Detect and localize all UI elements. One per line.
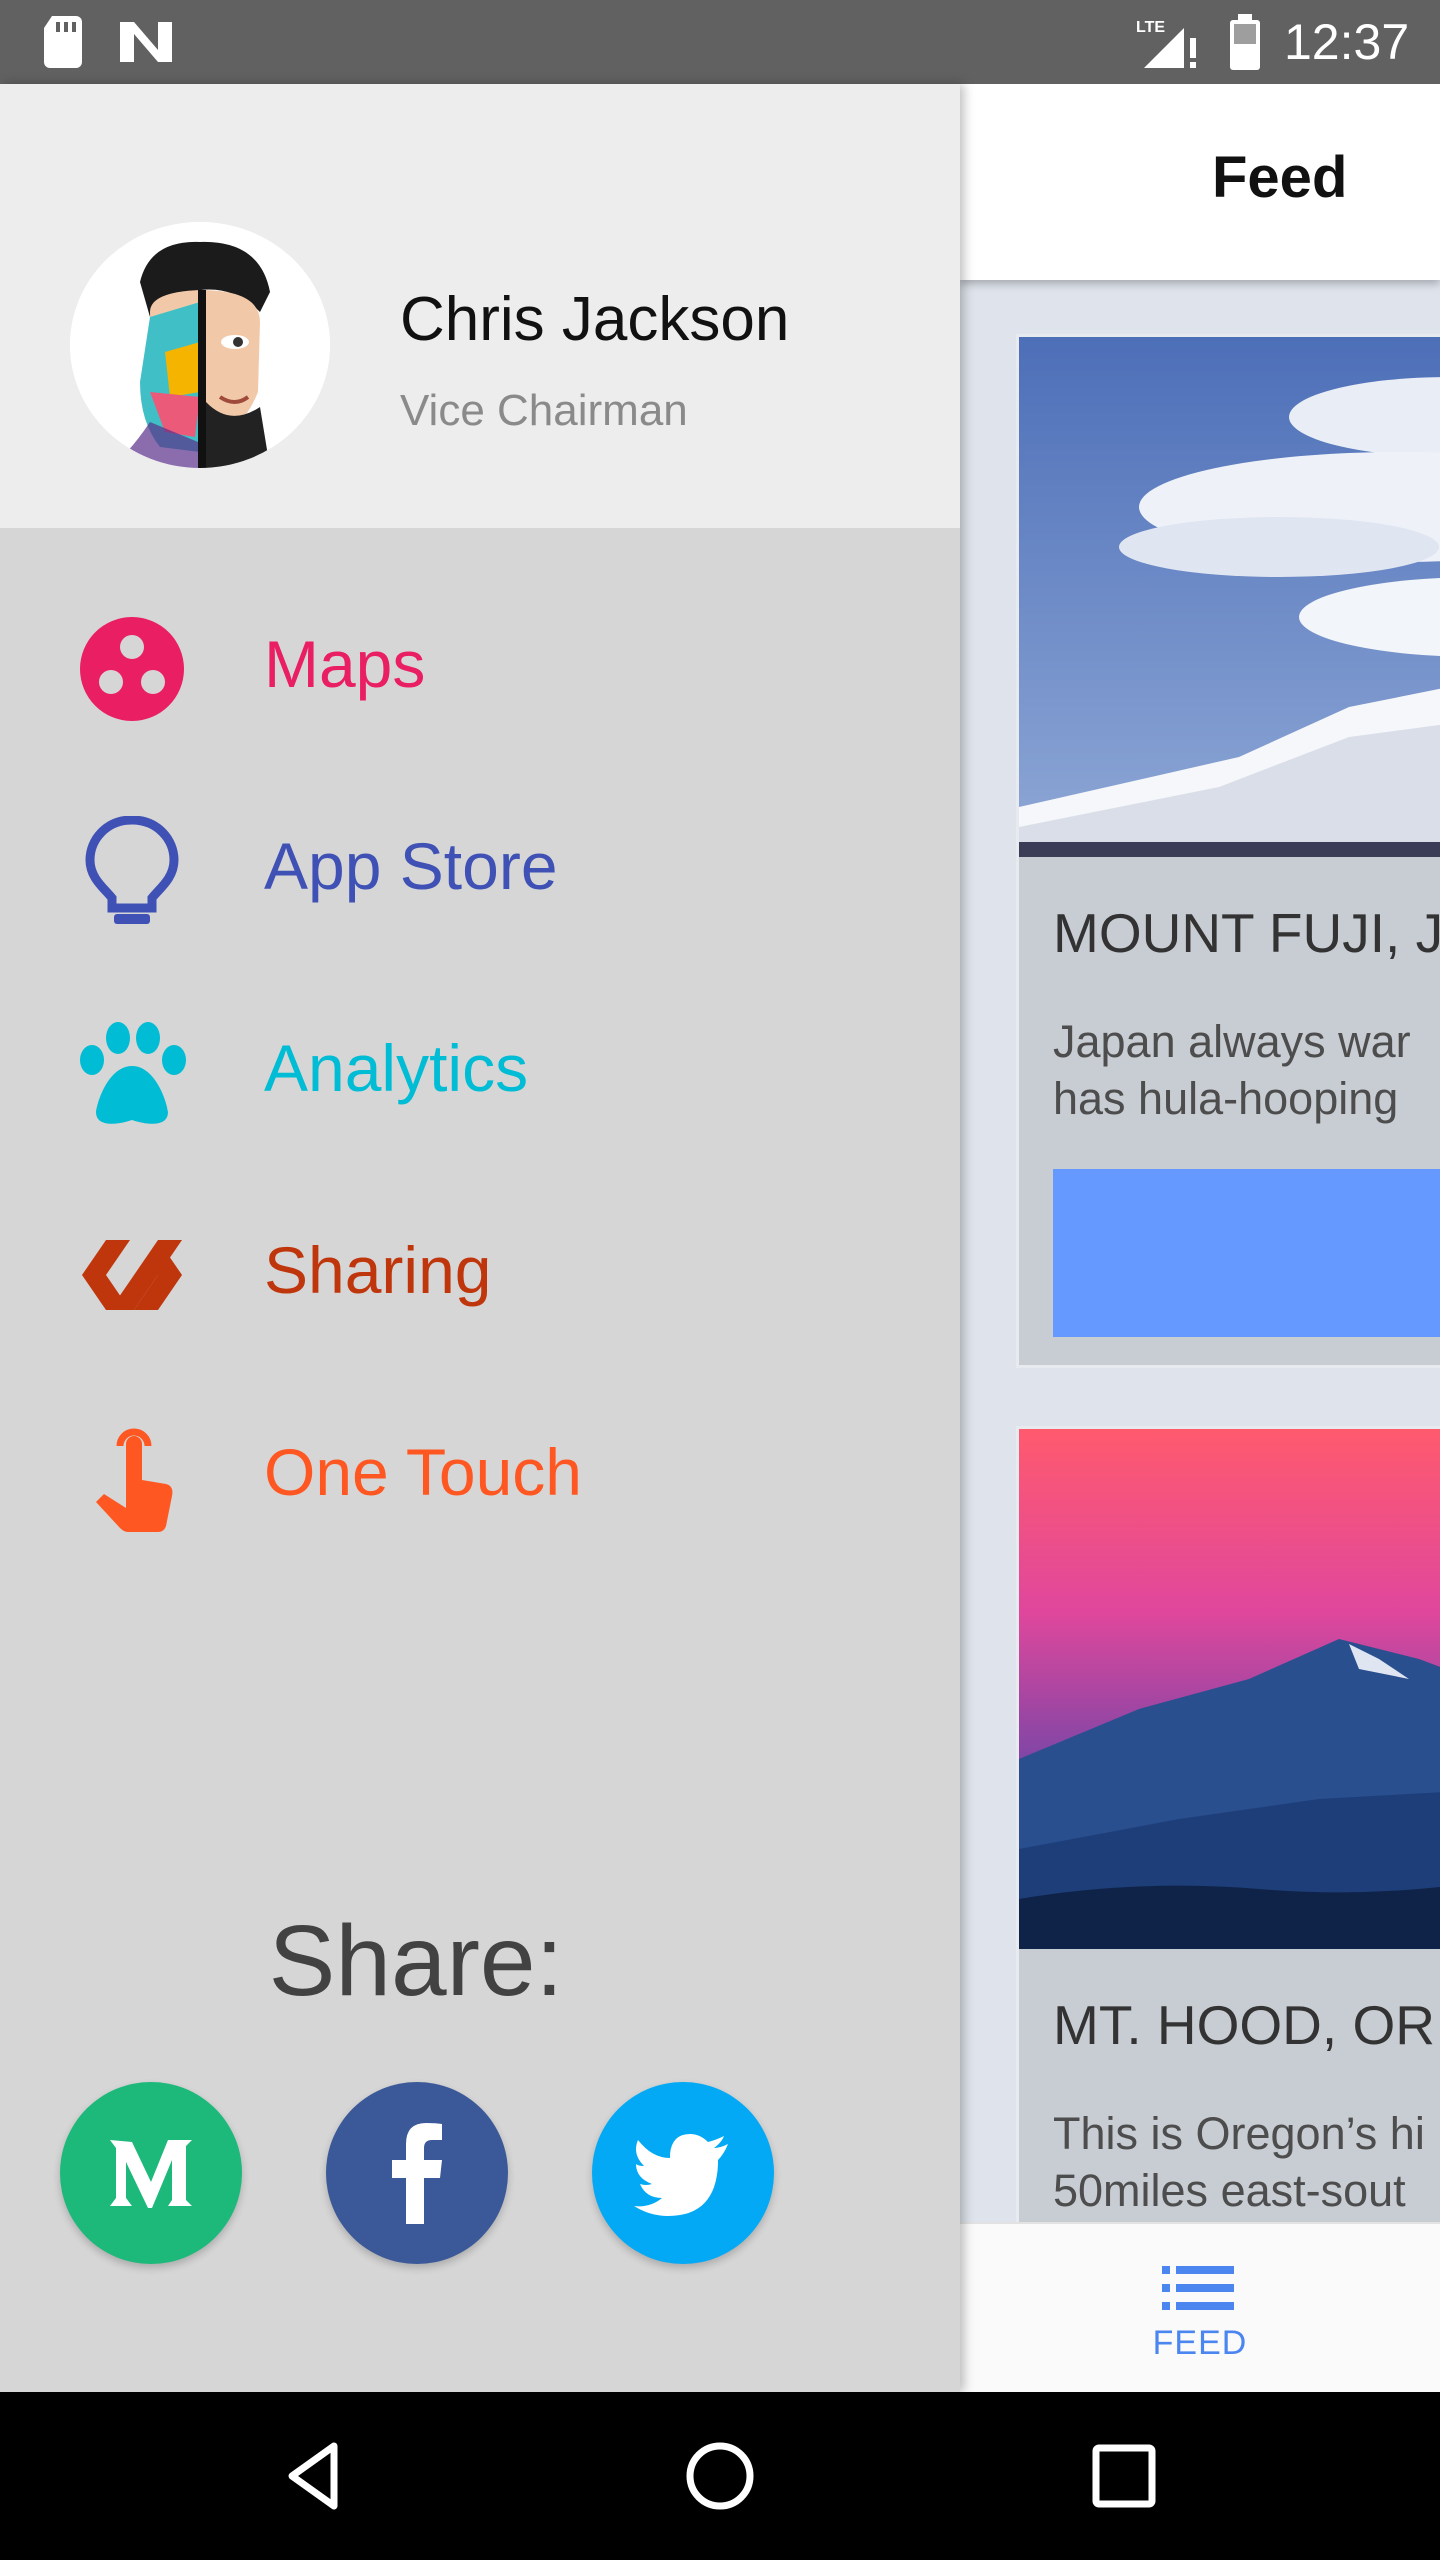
twitter-icon bbox=[634, 2134, 728, 2216]
facebook-icon bbox=[392, 2123, 442, 2224]
bottom-nav-feed[interactable]: FEED bbox=[1100, 2224, 1300, 2392]
feed-card[interactable]: MT. HOOD, OR This is Oregon’s hi 50miles… bbox=[1016, 1426, 1440, 2326]
facebook-share-button[interactable] bbox=[326, 2082, 508, 2264]
maps-icon bbox=[80, 617, 184, 721]
status-bar: LTE 12:37 bbox=[0, 0, 1440, 84]
battery-icon bbox=[1230, 14, 1260, 70]
system-navigation-bar bbox=[0, 2392, 1440, 2560]
menu-item-label: Sharing bbox=[264, 1233, 492, 1307]
menu-item-analytics[interactable]: Analytics bbox=[0, 978, 960, 1158]
menu-item-label: Maps bbox=[264, 627, 426, 701]
menu-item-label: App Store bbox=[264, 829, 558, 903]
sd-card-icon bbox=[44, 16, 82, 68]
menu-item-app-store[interactable]: App Store bbox=[0, 776, 960, 956]
touch-icon bbox=[96, 1428, 173, 1532]
feed-screen: Feed MOUNT FUJI, J Japan always war has … bbox=[960, 84, 1440, 2392]
card-image-mount-fuji bbox=[1019, 337, 1440, 857]
clock: 12:37 bbox=[1284, 14, 1410, 70]
recents-icon[interactable] bbox=[1080, 2432, 1168, 2520]
share-label: Share: bbox=[268, 1905, 564, 2017]
card-text-line: 50miles east-sout bbox=[1053, 2165, 1406, 2216]
menu-item-label: One Touch bbox=[264, 1435, 583, 1509]
lightbulb-icon bbox=[85, 816, 179, 924]
back-icon[interactable] bbox=[272, 2432, 360, 2520]
card-title: MT. HOOD, OR bbox=[1053, 1994, 1435, 2056]
user-role: Vice Chairman bbox=[400, 386, 688, 435]
medium-share-button[interactable] bbox=[60, 2082, 242, 2264]
card-image-mt-hood bbox=[1019, 1429, 1440, 1949]
drawer-header: Chris Jackson Vice Chairman bbox=[0, 84, 960, 528]
list-icon bbox=[1162, 2266, 1234, 2310]
paw-icon bbox=[80, 1022, 186, 1124]
home-icon[interactable] bbox=[676, 2432, 764, 2520]
bottom-navigation: FEED bbox=[960, 2222, 1440, 2392]
menu-item-sharing[interactable]: Sharing bbox=[0, 1180, 960, 1360]
polymer-icon bbox=[82, 1240, 182, 1310]
card-text-line: has hula-hooping bbox=[1053, 1073, 1399, 1124]
card-title: MOUNT FUJI, J bbox=[1053, 902, 1440, 964]
menu-item-one-touch[interactable]: One Touch bbox=[0, 1382, 960, 1562]
navigation-drawer: Chris Jackson Vice Chairman Maps App Sto… bbox=[0, 84, 960, 2392]
svg-text:LTE: LTE bbox=[1136, 19, 1165, 36]
twitter-share-button[interactable] bbox=[592, 2082, 774, 2264]
card-text-line: Japan always war bbox=[1053, 1016, 1411, 1067]
user-name: Chris Jackson bbox=[400, 285, 790, 354]
medium-icon bbox=[110, 2140, 192, 2208]
signal-icon: LTE bbox=[1136, 19, 1196, 68]
card-text-line: This is Oregon’s hi bbox=[1053, 2108, 1425, 2159]
app-bar: Feed bbox=[960, 84, 1440, 280]
avatar[interactable] bbox=[70, 222, 330, 468]
feed-card[interactable]: MOUNT FUJI, J Japan always war has hula-… bbox=[1016, 334, 1440, 1368]
card-action-button[interactable] bbox=[1053, 1169, 1440, 1337]
page-title: Feed bbox=[1212, 145, 1348, 210]
n-logo-icon bbox=[120, 22, 172, 62]
menu-item-label: Analytics bbox=[264, 1031, 529, 1105]
bottom-nav-label: FEED bbox=[1152, 2324, 1248, 2362]
avatar-image bbox=[70, 222, 330, 468]
menu-item-maps[interactable]: Maps bbox=[0, 574, 960, 754]
